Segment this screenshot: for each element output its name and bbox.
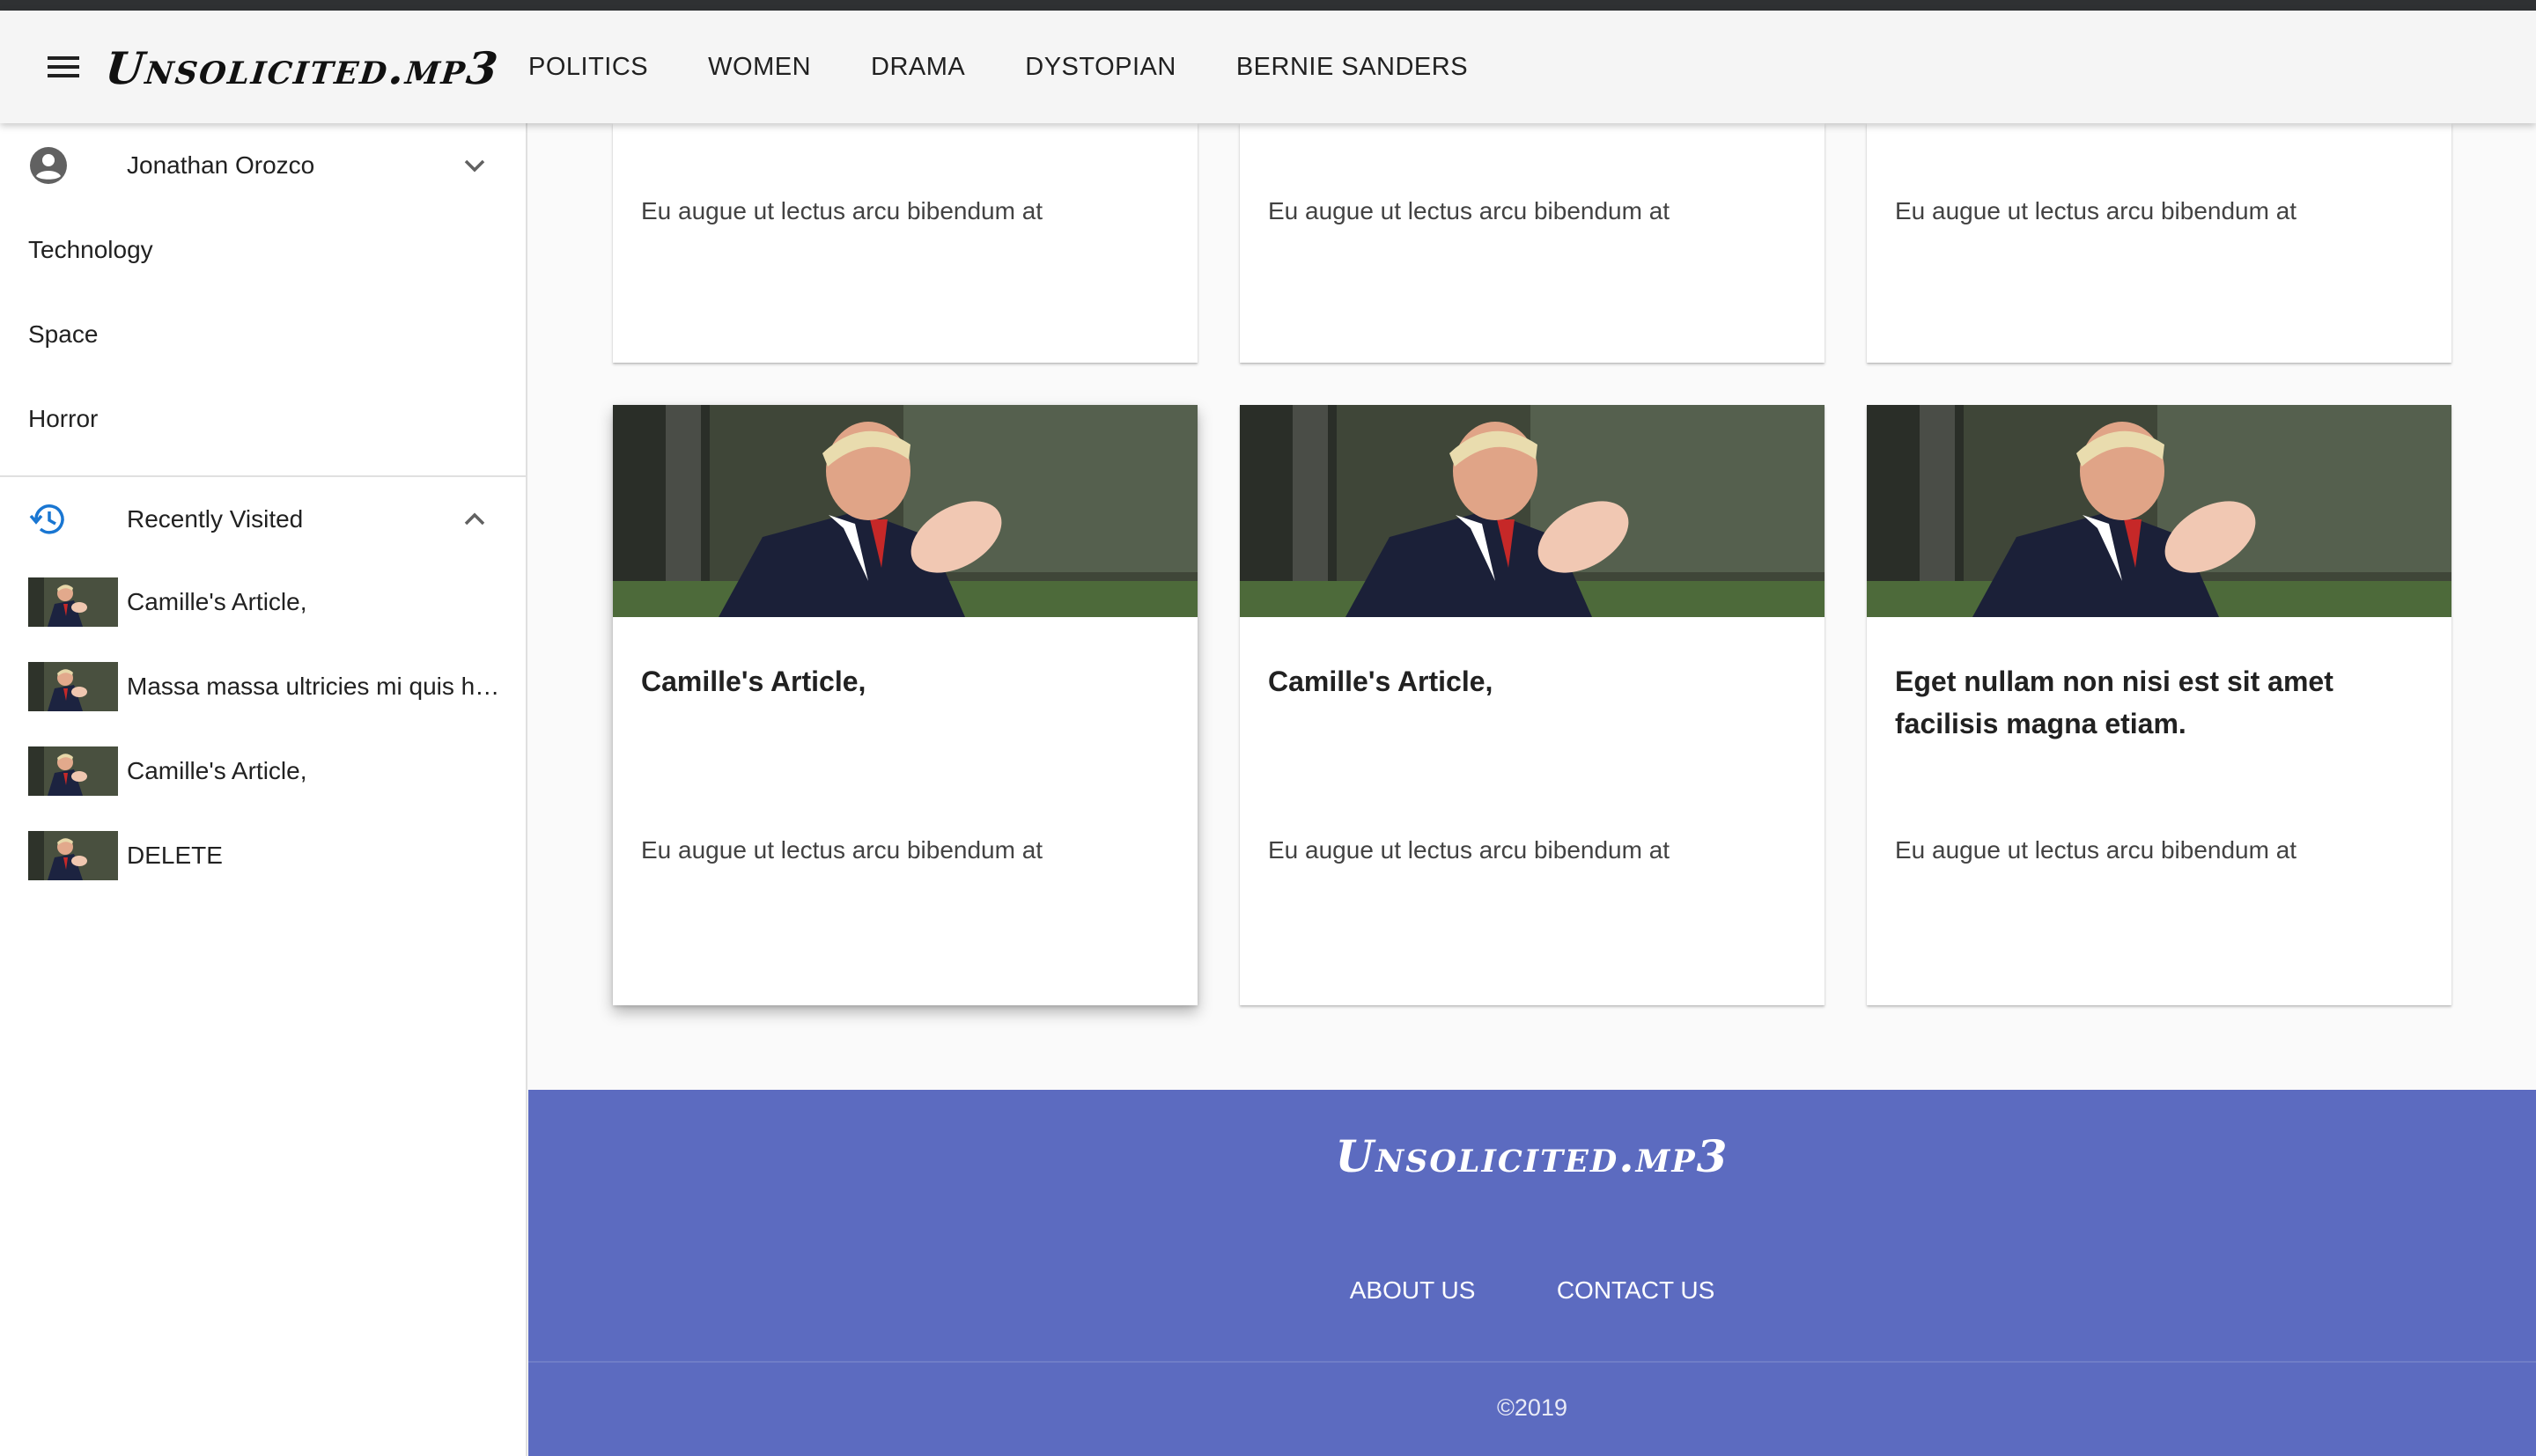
recent-item[interactable]: DELETE [0, 813, 526, 898]
category-nav: POLITICS WOMEN DRAMA DYSTOPIAN BERNIE SA… [528, 11, 1528, 123]
article-card-image [613, 405, 1198, 617]
recent-item-thumbnail [28, 577, 118, 627]
nav-drama[interactable]: DRAMA [871, 53, 965, 82]
recent-item-thumbnail [28, 662, 118, 711]
article-card[interactable]: Camille's Article, Eu augue ut lectus ar… [1240, 405, 1825, 1005]
chevron-down-icon[interactable] [459, 150, 490, 181]
recently-visited-header[interactable]: Recently Visited [0, 477, 526, 562]
nav-dystopian[interactable]: DYSTOPIAN [1025, 53, 1176, 82]
recent-item-label: Camille's Article, [127, 588, 307, 615]
article-card-excerpt: Eu augue ut lectus arcu bibendum at [641, 197, 1043, 224]
chevron-up-icon[interactable] [459, 504, 490, 535]
article-card-title: Camille's Article, [641, 665, 866, 697]
sidebar-item-label: Technology [28, 236, 153, 263]
contact-us-link[interactable]: CONTACT US [1557, 1276, 1714, 1305]
sidebar-item-label: Space [28, 320, 99, 348]
history-icon [29, 504, 64, 534]
article-card-excerpt: Eu augue ut lectus arcu bibendum at [1895, 197, 2297, 224]
about-us-link[interactable]: ABOUT US [1350, 1276, 1476, 1305]
article-card-excerpt: Eu augue ut lectus arcu bibendum at [1895, 836, 2297, 864]
site-footer: Unsolicited.mp3 ABOUT US CONTACT US ©201… [528, 1090, 2536, 1456]
nav-women[interactable]: WOMEN [708, 53, 811, 82]
article-card[interactable]: Camille's Article, Eu augue ut lectus ar… [613, 405, 1198, 1005]
article-card[interactable]: Eget nullam non nisi est sit amet facili… [1867, 405, 2451, 1005]
recent-item[interactable]: Camille's Article, [0, 729, 526, 813]
sidebar-item-horror[interactable]: Horror [0, 377, 526, 461]
recent-item-label: Massa massa ultricies mi quis h… [127, 673, 500, 700]
sidebar-item-technology[interactable]: Technology [0, 208, 526, 292]
article-card[interactable]: Eu augue ut lectus arcu bibendum at [613, 123, 1198, 363]
footer-divider [528, 1361, 2536, 1363]
sidebar-item-space[interactable]: Space [0, 292, 526, 377]
footer-links: ABOUT US CONTACT US [528, 1276, 2536, 1305]
app-bar: Unsolicited.mp3 POLITICS WOMEN DRAMA DYS… [0, 11, 2536, 123]
recent-item[interactable]: Massa massa ultricies mi quis h… [0, 644, 526, 729]
recent-item-label: DELETE [127, 842, 223, 869]
window-top-strip [0, 0, 2536, 11]
sidebar-item-label: Horror [28, 405, 99, 432]
recent-item-thumbnail [28, 831, 118, 880]
nav-politics[interactable]: POLITICS [528, 53, 648, 82]
user-account-row[interactable]: Jonathan Orozco [0, 123, 526, 208]
article-card-image [1240, 405, 1825, 617]
site-logo[interactable]: Unsolicited.mp3 [103, 42, 502, 94]
recently-visited-title: Recently Visited [127, 505, 304, 533]
article-card-excerpt: Eu augue ut lectus arcu bibendum at [641, 836, 1043, 864]
article-card-excerpt: Eu augue ut lectus arcu bibendum at [1268, 836, 1670, 864]
sidebar: Jonathan Orozco Technology Space Horror … [0, 123, 527, 1456]
recent-item-label: Camille's Article, [127, 757, 307, 784]
recent-item[interactable]: Camille's Article, [0, 560, 526, 644]
user-name: Jonathan Orozco [127, 151, 315, 179]
footer-logo[interactable]: Unsolicited.mp3 [528, 1130, 2536, 1182]
copyright-text: ©2019 [1497, 1394, 1567, 1421]
article-card[interactable]: Eu augue ut lectus arcu bibendum at [1240, 123, 1825, 363]
article-card-title: Camille's Article, [1268, 665, 1493, 697]
account-circle-icon [30, 147, 67, 184]
article-card-image [1867, 405, 2451, 617]
nav-bernie-sanders[interactable]: BERNIE SANDERS [1236, 53, 1468, 82]
article-card-title: Eget nullam non nisi est sit amet facili… [1895, 665, 2333, 739]
menu-icon[interactable] [39, 46, 88, 88]
article-card-excerpt: Eu augue ut lectus arcu bibendum at [1268, 197, 1670, 224]
recent-item-thumbnail [28, 746, 118, 796]
article-card[interactable]: Eu augue ut lectus arcu bibendum at [1867, 123, 2451, 363]
